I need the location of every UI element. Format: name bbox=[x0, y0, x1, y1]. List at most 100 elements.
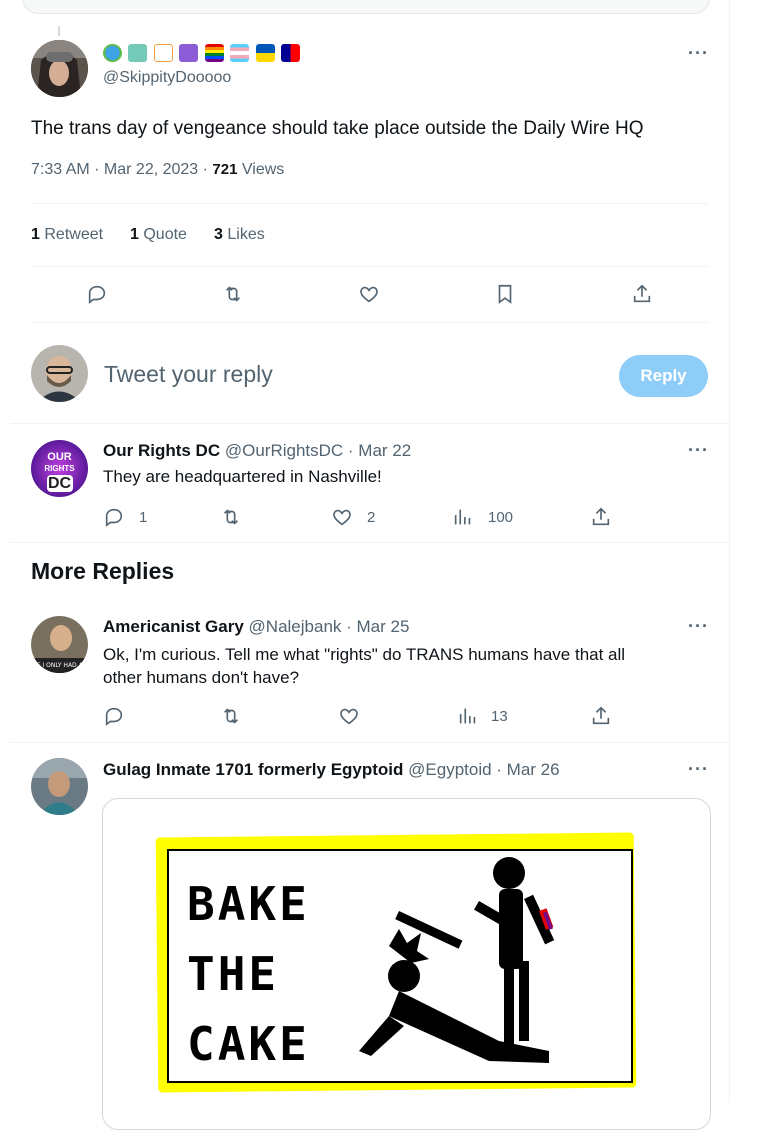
tweet-time[interactable]: 7:33 AM · Mar 22, 2023 · bbox=[31, 161, 212, 178]
ukraine-flag-icon bbox=[255, 44, 275, 62]
previous-tweet-card[interactable] bbox=[22, 0, 710, 14]
heart-icon bbox=[340, 708, 358, 725]
reply-author-name[interactable]: Americanist Gary bbox=[103, 617, 244, 636]
analytics-icon bbox=[459, 708, 476, 724]
views-label: Views bbox=[237, 161, 285, 178]
avatar-text: OUR bbox=[47, 451, 72, 463]
avatar-text: DC bbox=[46, 475, 73, 492]
reply-text: They are headquartered in Nashville! bbox=[103, 467, 382, 486]
heart-icon bbox=[333, 509, 351, 526]
reply-author-handle[interactable]: @Egyptoid · Mar 26 bbox=[408, 760, 559, 779]
thread-line bbox=[58, 26, 60, 36]
share-icon bbox=[592, 706, 610, 725]
scales-icon bbox=[153, 44, 173, 62]
trans-flag-icon bbox=[230, 44, 250, 62]
meme-image: BAKE THE CAKE bbox=[167, 849, 633, 1083]
reply-header: Gulag Inmate 1701 formerly Egyptoid @Egy… bbox=[103, 760, 560, 780]
reply-submit-button[interactable]: Reply bbox=[619, 355, 708, 397]
share-button[interactable] bbox=[590, 705, 612, 727]
reply-button[interactable] bbox=[86, 283, 108, 305]
reply-button[interactable]: 1 bbox=[103, 506, 147, 528]
like-count: 2 bbox=[367, 508, 376, 526]
reply-input[interactable]: Tweet your reply bbox=[104, 361, 273, 388]
views-button[interactable]: 100 bbox=[452, 506, 513, 528]
like-button[interactable] bbox=[358, 283, 380, 305]
divider bbox=[31, 322, 709, 323]
reply-icon bbox=[88, 285, 106, 304]
share-icon bbox=[592, 507, 610, 526]
retweet-icon bbox=[223, 509, 239, 525]
reply-author-handle[interactable]: @Nalejbank · Mar 25 bbox=[249, 617, 410, 636]
meme-text: THE bbox=[187, 947, 280, 1001]
globe-icon bbox=[103, 44, 122, 62]
share-button[interactable] bbox=[590, 506, 612, 528]
retweet-icon bbox=[223, 708, 239, 724]
divider bbox=[10, 742, 729, 743]
meme-text: CAKE bbox=[187, 1017, 310, 1071]
avatar[interactable]: OUR RIGHTS DC bbox=[31, 440, 88, 497]
reply-header: Americanist Gary @Nalejbank · Mar 25 bbox=[103, 617, 409, 637]
bookmark-icon bbox=[498, 284, 512, 304]
likes-count: 3 bbox=[214, 226, 223, 243]
retweets-stat[interactable]: 1 Retweet bbox=[31, 226, 103, 244]
reply-header: Our Rights DC @OurRightsDC · Mar 22 bbox=[103, 441, 411, 461]
reply-icon bbox=[105, 707, 123, 726]
taiwan-flag-icon bbox=[281, 44, 301, 62]
tweet-text: The trans day of vengeance should take p… bbox=[31, 118, 644, 139]
tweet-timestamp[interactable]: 7:33 AM · Mar 22, 2023 · 721 Views bbox=[31, 161, 284, 179]
reply-text-line: other humans don't have? bbox=[103, 668, 300, 687]
quotes-stat[interactable]: 1 Quote bbox=[130, 226, 187, 244]
author-handle[interactable]: @SkippityDooooo bbox=[103, 69, 231, 87]
retweets-count: 1 bbox=[31, 226, 40, 243]
avatar[interactable] bbox=[31, 758, 88, 815]
retweet-icon bbox=[225, 286, 241, 302]
more-options-icon[interactable]: ··· bbox=[688, 616, 709, 637]
views-count: 721 bbox=[212, 161, 238, 178]
reply-author-handle[interactable]: @OurRightsDC · Mar 22 bbox=[225, 441, 411, 460]
section-title: More Replies bbox=[31, 558, 175, 584]
retweet-button[interactable] bbox=[220, 506, 242, 528]
name-emoji-row bbox=[103, 44, 302, 64]
like-button[interactable]: 2 bbox=[331, 506, 375, 528]
reply-author-name[interactable]: Our Rights DC bbox=[103, 441, 220, 460]
caduceus-icon bbox=[179, 44, 199, 62]
share-icon bbox=[633, 284, 651, 303]
reply-icon bbox=[105, 508, 123, 527]
media-card[interactable]: BAKE THE CAKE bbox=[102, 798, 711, 1130]
quotes-count: 1 bbox=[130, 226, 139, 243]
avatar[interactable] bbox=[31, 40, 88, 97]
more-options-icon[interactable]: ··· bbox=[688, 43, 709, 64]
divider bbox=[10, 542, 729, 543]
meme-text: BAKE bbox=[187, 877, 310, 931]
likes-stat[interactable]: 3 Likes bbox=[214, 226, 265, 244]
retweets-label: Retweet bbox=[44, 226, 104, 243]
divider bbox=[10, 423, 729, 424]
retweet-button[interactable] bbox=[220, 705, 242, 727]
heart-icon bbox=[360, 286, 378, 303]
avatar[interactable]: IF I ONLY HAD A bbox=[31, 616, 88, 673]
views-count: 100 bbox=[488, 508, 514, 526]
quotes-label: Quote bbox=[143, 226, 187, 243]
divider bbox=[31, 203, 709, 204]
avatar[interactable] bbox=[31, 345, 88, 402]
bookmark-button[interactable] bbox=[494, 283, 516, 305]
meme-figures bbox=[359, 857, 555, 1063]
liberty-icon bbox=[128, 44, 148, 62]
reply-author-name[interactable]: Gulag Inmate 1701 formerly Egyptoid bbox=[103, 760, 403, 779]
share-button[interactable] bbox=[631, 283, 653, 305]
rainbow-flag-icon bbox=[204, 44, 224, 62]
reply-text: Ok, I'm curious. Tell me what "rights" d… bbox=[103, 643, 625, 689]
reply-text-line: Ok, I'm curious. Tell me what "rights" d… bbox=[103, 645, 626, 664]
analytics-icon bbox=[454, 509, 471, 525]
views-count: 13 bbox=[491, 707, 508, 725]
views-button[interactable]: 13 bbox=[457, 705, 508, 727]
likes-label: Likes bbox=[227, 226, 265, 243]
avatar-text: RIGHTS bbox=[44, 464, 75, 473]
divider bbox=[31, 266, 709, 267]
reply-count: 1 bbox=[139, 508, 148, 526]
more-options-icon[interactable]: ··· bbox=[688, 440, 709, 461]
like-button[interactable] bbox=[338, 705, 360, 727]
more-options-icon[interactable]: ··· bbox=[688, 759, 709, 780]
reply-button[interactable] bbox=[103, 705, 125, 727]
retweet-button[interactable] bbox=[222, 283, 244, 305]
